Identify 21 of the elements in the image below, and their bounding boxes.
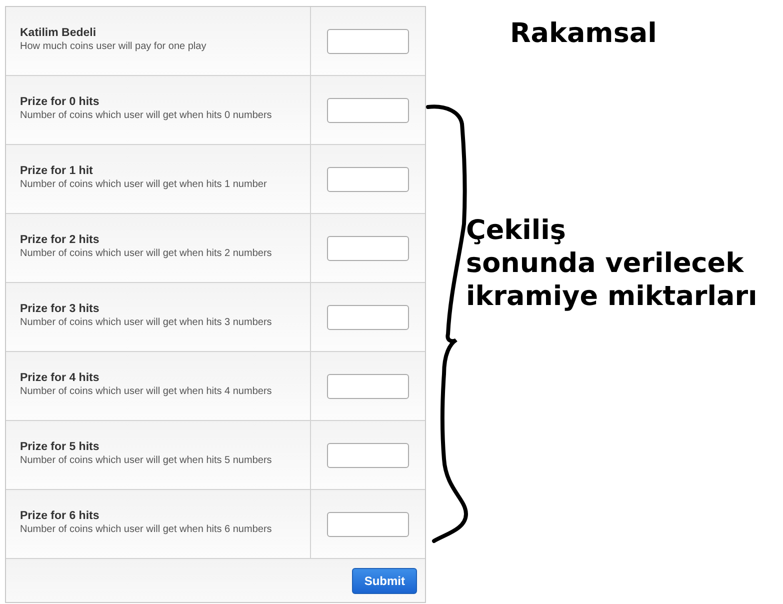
field-label: Prize for 3 hits xyxy=(20,303,100,315)
field-description: How much coins user will pay for one play xyxy=(20,41,208,52)
field-description: Number of coins which user will get when hits 2 numbers xyxy=(20,248,273,259)
annotation-text: Çekiliş xyxy=(466,214,566,247)
field-label: Prize for 2 hits xyxy=(20,234,100,246)
field-label: Prize for 5 hits xyxy=(20,441,100,453)
annotation-text: ikramiye miktarları xyxy=(466,280,758,313)
annotation-text: sonunda verilecek xyxy=(466,247,744,280)
field-label: Katilim Bedeli xyxy=(20,27,98,39)
field-label: Prize for 0 hits xyxy=(20,96,100,108)
field-label: Prize for 6 hits xyxy=(20,510,100,522)
field-description: Number of coins which user will get when hits 6 numbers xyxy=(20,524,273,535)
field-label: Prize for 1 hit xyxy=(20,165,94,177)
submit-button[interactable]: Submit xyxy=(352,568,417,594)
field-description: Number of coins which user will get when hits 1 number xyxy=(20,179,268,190)
field-description: Number of coins which user will get when hits 5 numbers xyxy=(20,455,273,466)
field-description: Number of coins which user will get when hits 0 numbers xyxy=(20,110,273,121)
annotation-text: Rakamsal xyxy=(510,18,657,49)
field-description: Number of coins which user will get when hits 4 numbers xyxy=(20,386,273,397)
field-description: Number of coins which user will get when hits 3 numbers xyxy=(20,317,273,328)
field-label: Prize for 4 hits xyxy=(20,372,100,384)
